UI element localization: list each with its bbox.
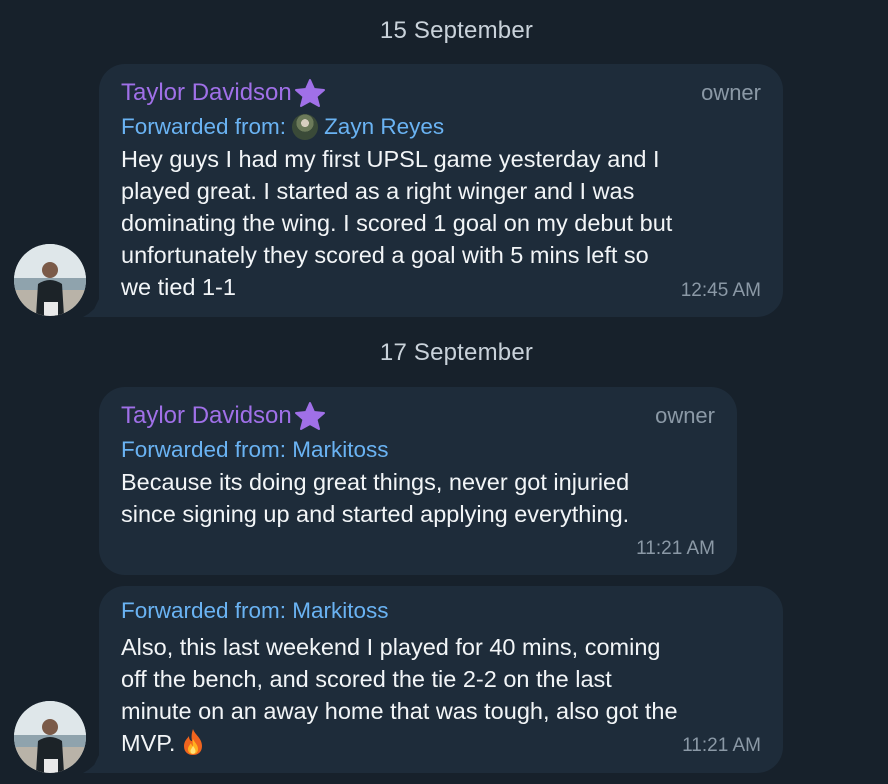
star-icon	[294, 402, 325, 430]
sender-name-text[interactable]: Taylor Davidson	[121, 402, 292, 430]
forwarded-header[interactable]: Forwarded from: Zayn Reyes	[121, 114, 444, 140]
avatar[interactable]	[14, 701, 86, 773]
message-bubble[interactable]: Forwarded from: Markitoss Also, this las…	[99, 586, 783, 773]
forwarded-avatar[interactable]	[292, 114, 319, 140]
message-text: Also, this last weekend I played for 40 …	[121, 634, 678, 756]
message-bubble[interactable]: Taylor Davidson owner Forwarded from: Ma…	[99, 387, 737, 575]
avatar-photo	[14, 701, 86, 773]
sender-name-text[interactable]: Taylor Davidson	[121, 79, 292, 107]
role-badge: owner	[655, 403, 715, 428]
star-icon	[294, 79, 325, 107]
message-text: Because its doing great things, never go…	[121, 469, 630, 527]
forwarded-label: Forwarded from:	[121, 114, 287, 139]
forwarded-from-name[interactable]: Zayn Reyes	[324, 114, 444, 140]
sender-name[interactable]: Taylor Davidson	[121, 401, 326, 431]
forwarded-header[interactable]: Forwarded from: Markitoss	[121, 437, 389, 463]
message-time: 11:21 AM	[682, 735, 761, 756]
forwarded-header[interactable]: Forwarded from: Markitoss	[121, 598, 389, 624]
message-time: 12:45 AM	[680, 280, 761, 301]
role-badge: owner	[701, 80, 761, 105]
date-separator: 17 September	[379, 339, 534, 366]
avatar-photo	[14, 244, 86, 316]
message-text: Hey guys I had my first UPSL game yester…	[121, 146, 673, 300]
date-separator: 15 September	[379, 17, 534, 44]
sender-name[interactable]: Taylor Davidson	[121, 78, 326, 108]
fire-emoji	[184, 729, 203, 755]
message-bubble[interactable]: Taylor Davidson owner Forwarded from: Za…	[99, 64, 783, 317]
message-time: 11:21 AM	[636, 538, 715, 559]
avatar[interactable]	[14, 244, 86, 316]
